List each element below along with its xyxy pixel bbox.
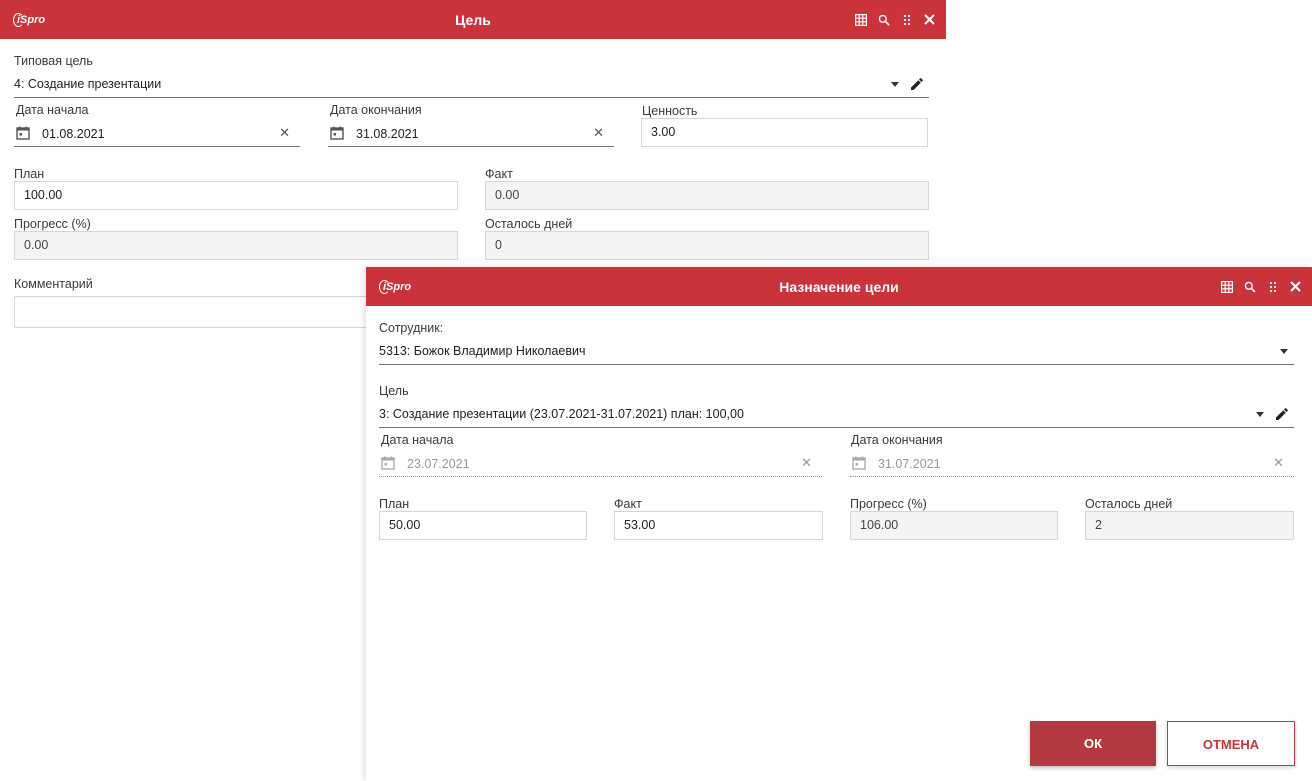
pencil-icon[interactable] bbox=[909, 76, 925, 92]
calendar-icon bbox=[381, 456, 395, 470]
progress-input: 106.00 bbox=[850, 511, 1058, 540]
ok-button[interactable]: ОК bbox=[1030, 721, 1156, 766]
goal-select[interactable]: 3: Создание презентации (23.07.2021-31.0… bbox=[379, 403, 1294, 428]
calendar-icon[interactable] bbox=[330, 126, 344, 140]
progress-label: Прогресс (%) bbox=[14, 217, 91, 231]
chevron-down-icon[interactable] bbox=[1256, 412, 1264, 417]
days-left-input: 0 bbox=[485, 231, 929, 260]
days-left-label: Осталось дней bbox=[485, 217, 573, 231]
days-left-input: 2 bbox=[1085, 511, 1294, 540]
end-date-value: 31.08.2021 bbox=[356, 127, 419, 141]
grid-icon[interactable] bbox=[1220, 280, 1233, 293]
calendar-icon bbox=[852, 456, 866, 470]
search-icon[interactable] bbox=[877, 13, 890, 26]
assign-window-titlebar[interactable]: iSpro Назначение цели bbox=[366, 267, 1312, 306]
clear-icon: ✕ bbox=[801, 455, 812, 470]
days-left-label: Осталось дней bbox=[1085, 497, 1173, 511]
progress-input: 0.00 bbox=[14, 231, 458, 260]
assign-goal-window: iSpro Назначение цели Сотрудник: 5313: Б… bbox=[366, 267, 1312, 781]
end-date-field[interactable]: 31.08.2021 ✕ bbox=[328, 120, 614, 147]
end-date-label: Дата окончания bbox=[851, 433, 943, 447]
employee-label: Сотрудник: bbox=[379, 321, 444, 335]
assign-window-title: Назначение цели bbox=[779, 279, 899, 295]
goal-value: 3: Создание презентации (23.07.2021-31.0… bbox=[379, 407, 744, 421]
close-icon[interactable] bbox=[1289, 280, 1302, 293]
start-date-field: 23.07.2021 ✕ bbox=[379, 450, 822, 477]
fact-label: Факт bbox=[485, 167, 513, 181]
start-date-value: 01.08.2021 bbox=[42, 127, 105, 141]
chevron-down-icon[interactable] bbox=[1280, 349, 1288, 354]
start-date-value: 23.07.2021 bbox=[407, 457, 470, 471]
fact-input: 0.00 bbox=[485, 181, 929, 210]
progress-label: Прогресс (%) bbox=[850, 497, 927, 511]
drag-handle-icon[interactable] bbox=[900, 13, 913, 26]
fact-input[interactable]: 53.00 bbox=[614, 511, 823, 540]
pencil-icon[interactable] bbox=[1274, 406, 1290, 422]
typical-goal-label: Типовая цель bbox=[14, 54, 93, 68]
typical-goal-select[interactable]: 4: Создание презентации bbox=[14, 73, 929, 98]
value-input[interactable]: 3.00 bbox=[641, 118, 928, 147]
value-label: Ценность bbox=[642, 104, 698, 118]
goal-label: Цель bbox=[379, 384, 409, 398]
cancel-button[interactable]: ОТМЕНА bbox=[1167, 721, 1295, 766]
clear-icon[interactable]: ✕ bbox=[593, 120, 604, 146]
chevron-down-icon[interactable] bbox=[891, 82, 899, 87]
search-icon[interactable] bbox=[1243, 280, 1256, 293]
end-date-field: 31.07.2021 ✕ bbox=[850, 450, 1294, 477]
drag-handle-icon[interactable] bbox=[1266, 280, 1279, 293]
start-date-field[interactable]: 01.08.2021 ✕ bbox=[14, 120, 300, 147]
fact-label: Факт bbox=[614, 497, 642, 511]
end-date-label: Дата окончания bbox=[330, 103, 422, 117]
plan-label: План bbox=[379, 497, 410, 511]
end-date-value: 31.07.2021 bbox=[878, 457, 941, 471]
clear-icon: ✕ bbox=[1273, 455, 1284, 470]
start-date-label: Дата начала bbox=[16, 103, 89, 117]
calendar-icon[interactable] bbox=[16, 126, 30, 140]
goal-window-titlebar[interactable]: iSpro Цель bbox=[0, 0, 946, 39]
plan-input[interactable]: 100.00 bbox=[14, 181, 458, 210]
clear-icon[interactable]: ✕ bbox=[279, 120, 290, 146]
employee-value: 5313: Божок Владимир Николаевич bbox=[379, 344, 586, 358]
start-date-label: Дата начала bbox=[381, 433, 454, 447]
employee-select[interactable]: 5313: Божок Владимир Николаевич bbox=[379, 340, 1294, 365]
close-icon[interactable] bbox=[923, 13, 936, 26]
typical-goal-value: 4: Создание презентации bbox=[14, 77, 162, 91]
goal-window-title: Цель bbox=[455, 12, 491, 28]
plan-label: План bbox=[14, 167, 45, 181]
plan-input[interactable]: 50.00 bbox=[379, 511, 587, 540]
comment-label: Комментарий bbox=[14, 277, 93, 291]
grid-icon[interactable] bbox=[854, 13, 867, 26]
